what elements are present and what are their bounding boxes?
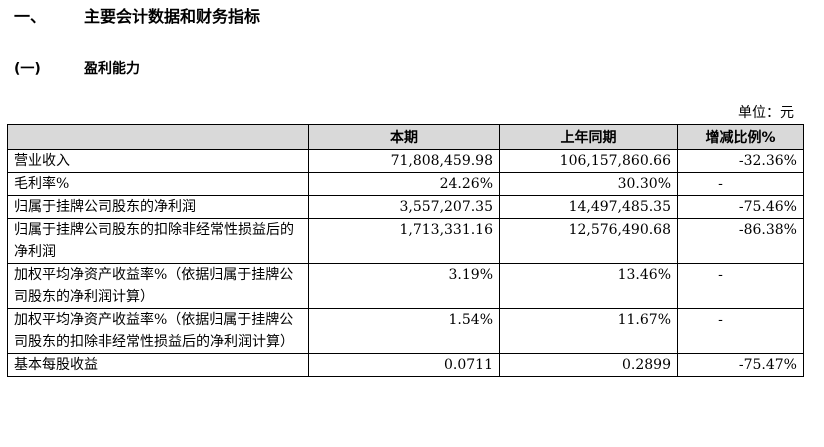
row-previous: 11.67% (499, 308, 678, 354)
table-row: 加权平均净资产收益率%（依据归属于挂牌公司股东的扣除非经常性损益后的净利润计算）… (7, 308, 804, 354)
row-current: 71,808,459.98 (308, 149, 500, 173)
row-previous: 30.30% (499, 172, 678, 196)
row-label: 加权平均净资产收益率%（依据归属于挂牌公司股东的净利润计算） (7, 263, 309, 309)
table-row: 基本每股收益 0.0711 0.2899 -75.47% (7, 353, 804, 377)
table-row: 归属于挂牌公司股东的净利润 3,557,207.35 14,497,485.35… (7, 195, 804, 219)
header-current: 本期 (308, 124, 500, 150)
section-heading: 一、 主要会计数据和财务指标 (14, 4, 260, 30)
table-header-row: 本期 上年同期 增减比例% (7, 124, 804, 150)
row-current: 3.19% (308, 263, 500, 309)
row-current: 0.0711 (308, 353, 500, 377)
row-previous: 106,157,860.66 (499, 149, 678, 173)
row-label: 营业收入 (7, 149, 309, 173)
subsection-heading: (一) 盈利能力 (14, 58, 140, 80)
row-previous: 12,576,490.68 (499, 218, 678, 264)
row-change: - (677, 308, 804, 354)
table-row: 营业收入 71,808,459.98 106,157,860.66 -32.36… (7, 149, 804, 173)
header-previous: 上年同期 (499, 124, 678, 150)
row-change: -86.38% (677, 218, 804, 264)
row-previous: 14,497,485.35 (499, 195, 678, 219)
unit-label: 单位：元 (738, 105, 794, 121)
row-change: -75.46% (677, 195, 804, 219)
header-change: 增减比例% (677, 124, 804, 150)
row-label: 毛利率% (7, 172, 309, 196)
profitability-table: 本期 上年同期 增减比例% 营业收入 71,808,459.98 106,157… (7, 124, 804, 377)
row-current: 1.54% (308, 308, 500, 354)
row-label: 加权平均净资产收益率%（依据归属于挂牌公司股东的扣除非经常性损益后的净利润计算） (7, 308, 309, 354)
subsection-number: (一) (14, 61, 41, 77)
row-change: - (677, 172, 804, 196)
section-number: 一、 (14, 7, 47, 26)
row-previous: 0.2899 (499, 353, 678, 377)
header-item (7, 124, 309, 150)
table-row: 归属于挂牌公司股东的扣除非经常性损益后的净利润 1,713,331.16 12,… (7, 218, 804, 264)
row-change: -75.47% (677, 353, 804, 377)
row-label: 归属于挂牌公司股东的扣除非经常性损益后的净利润 (7, 218, 309, 264)
row-change: -32.36% (677, 149, 804, 173)
row-current: 1,713,331.16 (308, 218, 500, 264)
table-row: 毛利率% 24.26% 30.30% - (7, 172, 804, 196)
row-label: 归属于挂牌公司股东的净利润 (7, 195, 309, 219)
subsection-title: 盈利能力 (84, 61, 140, 77)
section-title: 主要会计数据和财务指标 (84, 7, 261, 26)
row-label: 基本每股收益 (7, 353, 309, 377)
row-current: 24.26% (308, 172, 500, 196)
row-current: 3,557,207.35 (308, 195, 500, 219)
table-row: 加权平均净资产收益率%（依据归属于挂牌公司股东的净利润计算） 3.19% 13.… (7, 263, 804, 309)
row-change: - (677, 263, 804, 309)
row-previous: 13.46% (499, 263, 678, 309)
